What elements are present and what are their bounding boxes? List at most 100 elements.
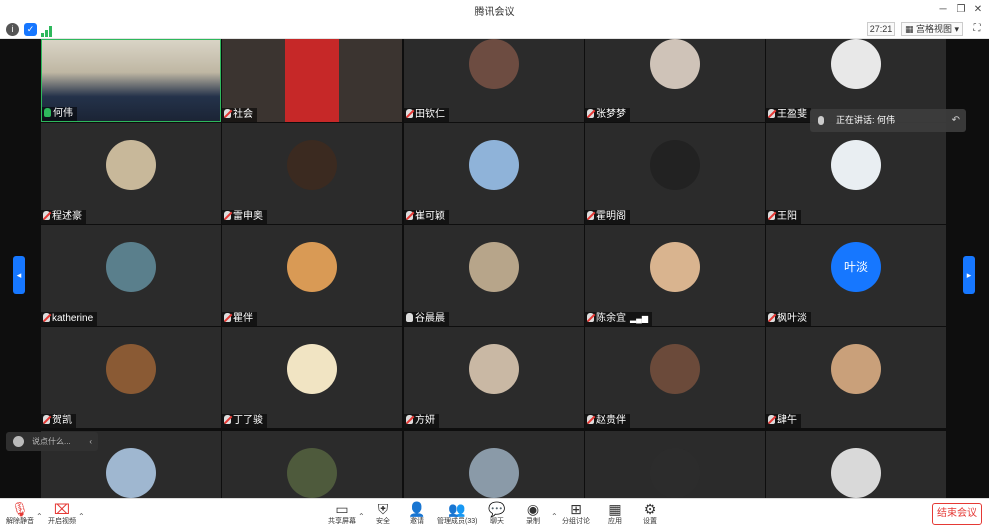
participant-namebar: 方妍 <box>404 414 439 428</box>
participant-tile[interactable] <box>404 431 584 498</box>
participant-tile[interactable]: 方妍 <box>404 327 584 428</box>
participant-avatar <box>469 39 519 89</box>
participant-tile[interactable]: 陈余宜 ▂▄▆ <box>585 225 765 326</box>
next-page-arrow[interactable]: ▸ <box>963 256 975 294</box>
participant-name: 田钦仁 <box>415 109 445 120</box>
participant-avatar <box>106 140 156 190</box>
participant-tile[interactable]: 何伟 <box>41 39 221 122</box>
participant-tile[interactable]: 程述豪 <box>41 123 221 224</box>
participant-tile[interactable]: 王阳 <box>766 123 946 224</box>
end-meeting-button[interactable]: 结束会议 <box>932 503 982 525</box>
mic-muted-icon <box>406 109 413 118</box>
participant-namebar: 赵贵伴 <box>585 414 630 428</box>
participant-avatar <box>106 344 156 394</box>
mic-muted-icon <box>224 211 231 220</box>
chat-button[interactable]: 💬 聊天 <box>477 501 517 531</box>
participant-avatar <box>106 448 156 498</box>
participant-tile[interactable]: 崔可颖 <box>404 123 584 224</box>
participant-tile[interactable]: 霍明阁 <box>585 123 765 224</box>
unmute-button[interactable]: 🎙 解除静音 <box>0 501 40 531</box>
participant-name: 崔可颖 <box>415 211 445 222</box>
invite-button[interactable]: 👤 邀请 <box>397 501 437 531</box>
breakout-icon: ⊞ <box>570 501 582 517</box>
participant-namebar: 王阳 <box>766 210 801 224</box>
minimize-icon[interactable]: ─ <box>935 2 951 18</box>
participant-name: 肆午 <box>777 415 797 426</box>
participant-namebar: katherine <box>41 312 98 326</box>
add-user-icon: 👤 <box>408 501 426 517</box>
chat-quick-input[interactable]: 说点什么... ‹ <box>6 432 98 451</box>
participant-tile[interactable]: 瞿伴 <box>222 225 402 326</box>
participant-avatar <box>469 140 519 190</box>
participant-tile[interactable]: 张梦梦 <box>585 39 765 122</box>
camera-off-icon: ⌧ <box>53 501 71 517</box>
maximize-icon[interactable]: ❐ <box>953 2 969 18</box>
collapse-icon[interactable]: ↶ <box>952 109 960 132</box>
participant-name: katherine <box>52 313 94 324</box>
mic-muted-icon <box>406 211 413 220</box>
participant-name: 王阳 <box>777 211 797 222</box>
emoji-icon[interactable] <box>13 436 24 447</box>
participant-avatar <box>650 448 700 498</box>
close-icon[interactable]: ✕ <box>970 2 986 18</box>
view-mode-button[interactable]: ▦ 宫格视图 ▾ <box>901 22 963 36</box>
participant-name: 张梦梦 <box>596 109 626 120</box>
speaker-mic-icon <box>818 116 824 125</box>
chat-collapse-icon[interactable]: ‹ <box>89 432 92 451</box>
participant-tile[interactable] <box>222 431 402 498</box>
video-options-caret[interactable]: ⌃ <box>78 512 85 521</box>
settings-button[interactable]: ⚙ 设置 <box>630 501 670 531</box>
participant-name: 谷晨晨 <box>415 313 445 324</box>
start-video-button[interactable]: ⌧ 开启视频 <box>42 501 82 531</box>
mic-muted-icon <box>43 211 50 220</box>
participant-tile[interactable]: 贺凯 <box>41 327 221 428</box>
mic-muted-icon <box>43 313 50 322</box>
participant-avatar <box>287 140 337 190</box>
record-options-caret[interactable]: ⌃ <box>551 512 558 521</box>
audio-options-caret[interactable]: ⌃ <box>36 512 43 521</box>
fullscreen-icon[interactable]: ⛶ <box>970 22 984 36</box>
participant-name: 社会 <box>233 109 253 120</box>
participant-tile[interactable]: 丁了骏 <box>222 327 402 428</box>
share-screen-button[interactable]: ▭ 共享屏幕 <box>322 501 362 531</box>
breakout-button[interactable]: ⊞ 分组讨论 <box>556 501 596 531</box>
participant-tile[interactable] <box>585 431 765 498</box>
share-options-caret[interactable]: ⌃ <box>358 512 365 521</box>
info-icon[interactable]: i <box>6 23 19 36</box>
participant-avatar <box>287 448 337 498</box>
participant-namebar: 社会 <box>222 108 257 122</box>
meeting-toolbar: 🎙 解除静音 ⌧ 开启视频 ▭ 共享屏幕 ⛨ 安全 👤 邀请 👥 管理成员(33… <box>0 498 989 531</box>
signal-icon[interactable] <box>41 24 53 37</box>
shield-icon[interactable]: ✓ <box>24 23 37 36</box>
participant-namebar: 肆午 <box>766 414 801 428</box>
speaking-indicator: 正在讲话: 何伟 ↶ <box>810 109 966 132</box>
participant-namebar: 崔可颖 <box>404 210 449 224</box>
mic-muted-icon <box>587 313 594 322</box>
participant-tile[interactable] <box>766 431 946 498</box>
participant-tile[interactable]: 肆午 <box>766 327 946 428</box>
participant-avatar <box>650 140 700 190</box>
participant-tile[interactable]: 田钦仁 <box>404 39 584 122</box>
participant-tile[interactable]: 赵贵伴 <box>585 327 765 428</box>
participant-tile[interactable]: 社会 <box>222 39 402 122</box>
participant-avatar: 叶淡 <box>831 242 881 292</box>
participant-avatar <box>106 242 156 292</box>
prev-page-arrow[interactable]: ◂ <box>13 256 25 294</box>
participant-avatar <box>469 242 519 292</box>
video-grid: 何伟 社会 田钦仁 张梦梦 王盈斐 程述豪 雷申奥 崔可颖 霍明阁 王阳 katherine 瞿伴 谷晨… <box>0 39 989 498</box>
participant-namebar: 陈余宜 ▂▄▆ <box>585 312 652 326</box>
mic-muted-icon <box>587 109 594 118</box>
manage-members-button[interactable]: 👥 管理成员(33) <box>437 501 477 531</box>
window-title: 腾讯会议 <box>474 7 515 18</box>
mic-icon <box>406 313 413 322</box>
participant-tile[interactable]: katherine <box>41 225 221 326</box>
apps-button[interactable]: ▦ 应用 <box>595 501 635 531</box>
title-bar: 腾讯会议 ─ ❐ ✕ <box>0 0 989 20</box>
mic-muted-icon: 🎙 <box>11 501 29 517</box>
participant-tile[interactable]: 叶淡 枫叶淡 <box>766 225 946 326</box>
participant-tile[interactable]: 谷晨晨 <box>404 225 584 326</box>
participant-tile[interactable]: 雷申奥 <box>222 123 402 224</box>
chat-placeholder: 说点什么... <box>32 437 71 446</box>
record-button[interactable]: ◉ 录制 <box>513 501 553 531</box>
participant-name: 雷申奥 <box>233 211 263 222</box>
